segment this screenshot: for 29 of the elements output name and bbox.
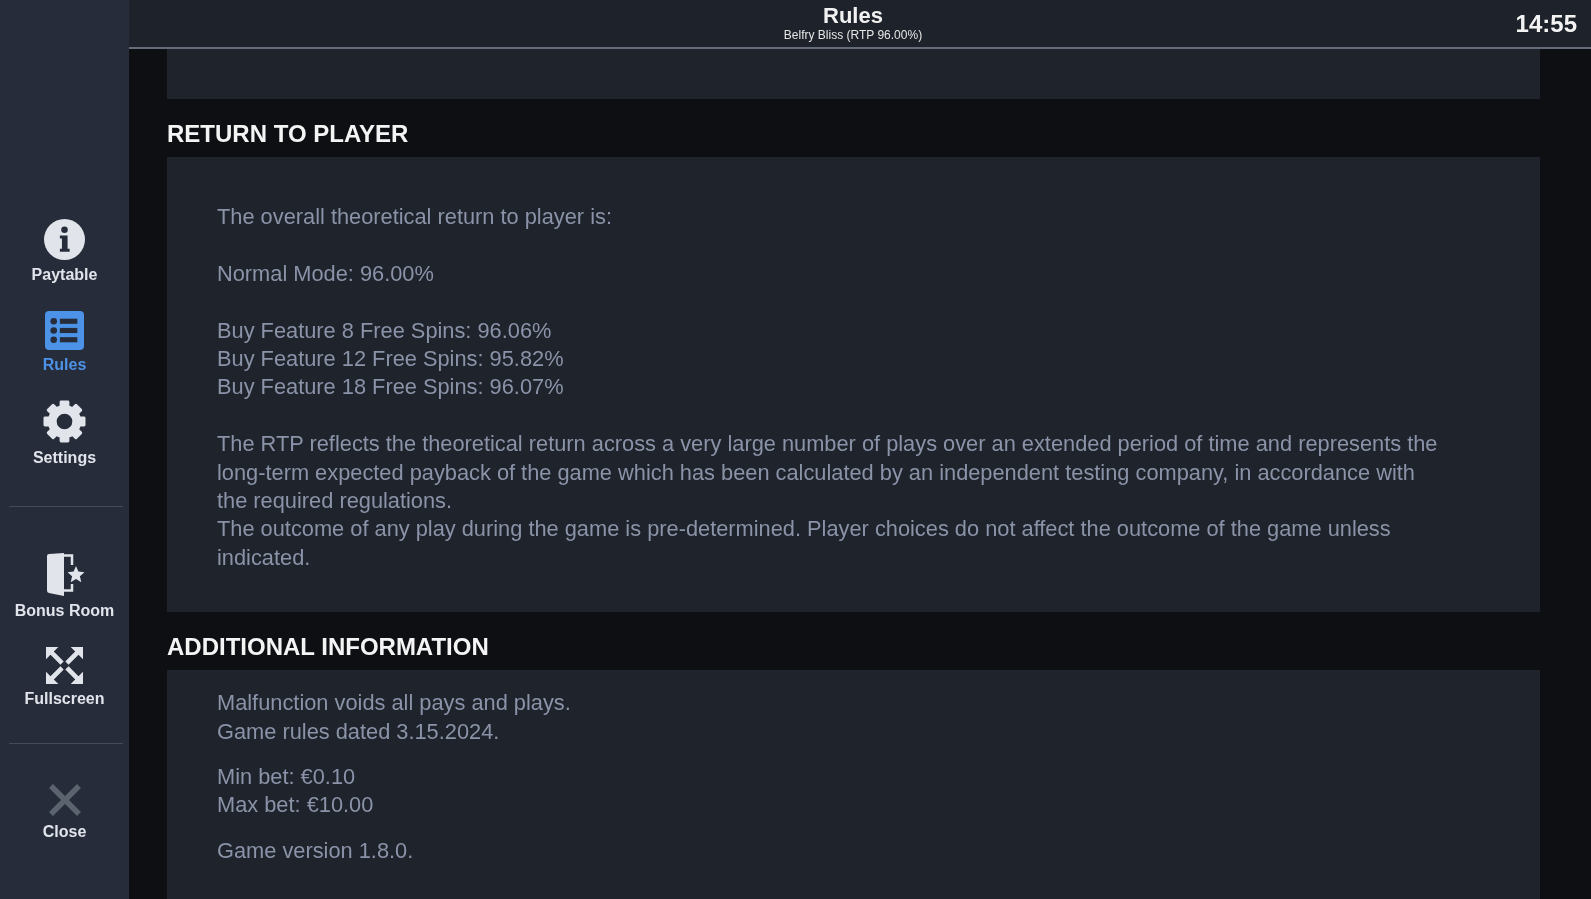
sidebar-item[interactable]: Close xyxy=(5,766,124,857)
sidebar-item[interactable]: Fullscreen xyxy=(5,632,124,723)
sidebar-item[interactable]: Rules xyxy=(5,297,124,388)
rule-text: Min bet: €0.10 xyxy=(217,763,357,792)
list-icon xyxy=(45,311,84,350)
clock: 14:55 xyxy=(1515,9,1577,38)
sidebar-item[interactable]: Bonus Room xyxy=(5,541,124,632)
door-star-icon xyxy=(44,553,85,596)
section-heading: RETURN TO PLAYER xyxy=(167,119,410,149)
info-icon xyxy=(44,219,85,260)
rule-text: Normal Mode: 96.00% xyxy=(217,259,435,288)
rule-text: Game version 1.8.0. xyxy=(217,836,415,865)
rule-text: Buy Feature 12 Free Spins: 95.82% xyxy=(217,345,565,373)
rule-text: Max bet: €10.00 xyxy=(217,791,375,820)
section-heading: ADDITIONAL INFORMATION xyxy=(167,632,490,663)
sidebar-item[interactable]: Paytable xyxy=(5,206,124,297)
game-subtitle: Belfry Bliss (RTP 96.00%) xyxy=(783,28,923,43)
rule-text: Game rules dated 3.15.2024. xyxy=(217,717,501,746)
rule-text: The outcome of any play during the game is pre-determined. Player choices do not affect the outcome of the game unless indicated. xyxy=(217,515,1392,572)
sidebar-item[interactable]: Settings xyxy=(5,388,124,479)
close-icon xyxy=(47,782,82,817)
expand-arrows-icon xyxy=(46,647,83,684)
rule-text: The overall theoretical return to player is: xyxy=(217,203,613,231)
rule-text: Buy Feature 8 Free Spins: 96.06% xyxy=(217,316,553,345)
rule-text: Buy Feature 18 Free Spins: 96.07% xyxy=(217,373,565,402)
settings-icon xyxy=(43,400,86,443)
page-title: Rules xyxy=(823,4,883,28)
rule-text: Malfunction voids all pays and plays. xyxy=(217,689,572,718)
rule-text: The RTP reflects the theoretical return across a very large number of plays over an extended period of time and represents the long-term expected payback of the game which has been calculated by an independent testing company, in accordance with the required regulations. xyxy=(217,430,1439,515)
